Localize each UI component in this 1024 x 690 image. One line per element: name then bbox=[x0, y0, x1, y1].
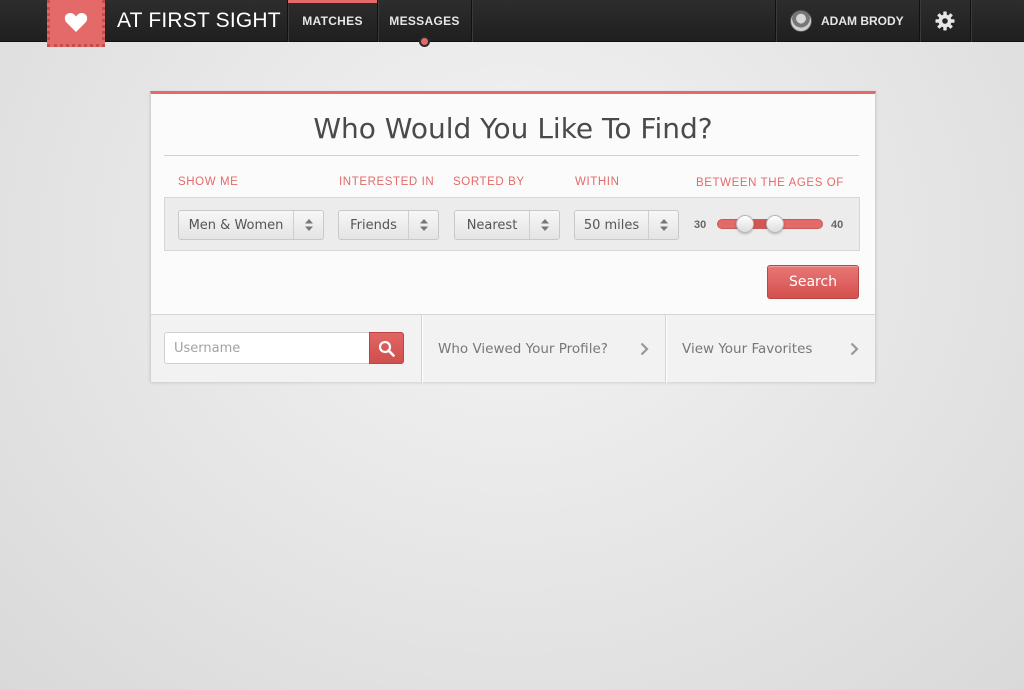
age-max-value: 40 bbox=[831, 219, 844, 231]
chevron-right-icon bbox=[640, 342, 649, 356]
search-card: Who Would You Like To Find? SHOW ME INTE… bbox=[150, 91, 876, 383]
interested-in-select[interactable]: Friends bbox=[338, 210, 439, 240]
view-favorites-link[interactable]: View Your Favorites bbox=[666, 315, 875, 383]
age-range-label: BETWEEN THE AGES OF bbox=[696, 177, 844, 189]
user-menu[interactable]: ADAM BRODY bbox=[776, 0, 920, 42]
interested-in-label: INTERESTED IN bbox=[339, 176, 435, 188]
sorted-by-select[interactable]: Nearest bbox=[454, 210, 560, 240]
username-search-button[interactable] bbox=[369, 332, 404, 364]
settings-button[interactable] bbox=[920, 0, 970, 42]
messages-notification-dot bbox=[419, 36, 430, 47]
slider-max-handle[interactable] bbox=[766, 215, 784, 233]
select-value: Nearest bbox=[466, 217, 518, 233]
nav-divider bbox=[970, 0, 971, 42]
age-min-value: 30 bbox=[694, 219, 707, 231]
who-viewed-profile-link[interactable]: Who Viewed Your Profile? bbox=[422, 315, 665, 383]
select-arrows-icon bbox=[648, 211, 678, 239]
link-label: Who Viewed Your Profile? bbox=[438, 341, 608, 357]
username-search-input[interactable] bbox=[164, 332, 369, 364]
show-me-select[interactable]: Men & Women bbox=[178, 210, 324, 240]
heart-icon bbox=[64, 12, 88, 32]
top-navigation-bar: AT FIRST SIGHT MATCHES MESSAGES ADAM BRO… bbox=[0, 0, 1024, 47]
within-label: WITHIN bbox=[575, 176, 620, 188]
select-arrows-icon bbox=[529, 211, 559, 239]
gear-icon bbox=[935, 11, 955, 31]
select-value: 50 miles bbox=[583, 217, 640, 233]
select-arrows-icon bbox=[293, 211, 323, 239]
search-icon bbox=[378, 340, 395, 357]
filter-bar: Men & Women Friends Nearest 50 miles 30 bbox=[164, 197, 860, 251]
nav-divider bbox=[471, 0, 472, 42]
sorted-by-label: SORTED BY bbox=[453, 176, 525, 188]
quick-actions-bar: Who Viewed Your Profile? View Your Favor… bbox=[151, 314, 875, 383]
within-select[interactable]: 50 miles bbox=[574, 210, 679, 240]
show-me-label: SHOW ME bbox=[178, 176, 239, 188]
select-arrows-icon bbox=[408, 211, 438, 239]
brand-name[interactable]: AT FIRST SIGHT bbox=[117, 9, 281, 33]
select-value: Friends bbox=[350, 217, 397, 233]
user-name: ADAM BRODY bbox=[821, 14, 904, 28]
divider bbox=[164, 155, 859, 156]
avatar bbox=[790, 10, 812, 32]
search-button[interactable]: Search bbox=[767, 265, 859, 299]
age-range-slider[interactable] bbox=[717, 215, 823, 233]
page-title: Who Would You Like To Find? bbox=[313, 112, 713, 145]
link-label: View Your Favorites bbox=[682, 341, 813, 357]
nav-matches[interactable]: MATCHES bbox=[288, 0, 377, 42]
logo-badge[interactable] bbox=[47, 0, 105, 47]
slider-min-handle[interactable] bbox=[736, 215, 754, 233]
select-value: Men & Women bbox=[188, 217, 284, 233]
chevron-right-icon bbox=[850, 342, 859, 356]
